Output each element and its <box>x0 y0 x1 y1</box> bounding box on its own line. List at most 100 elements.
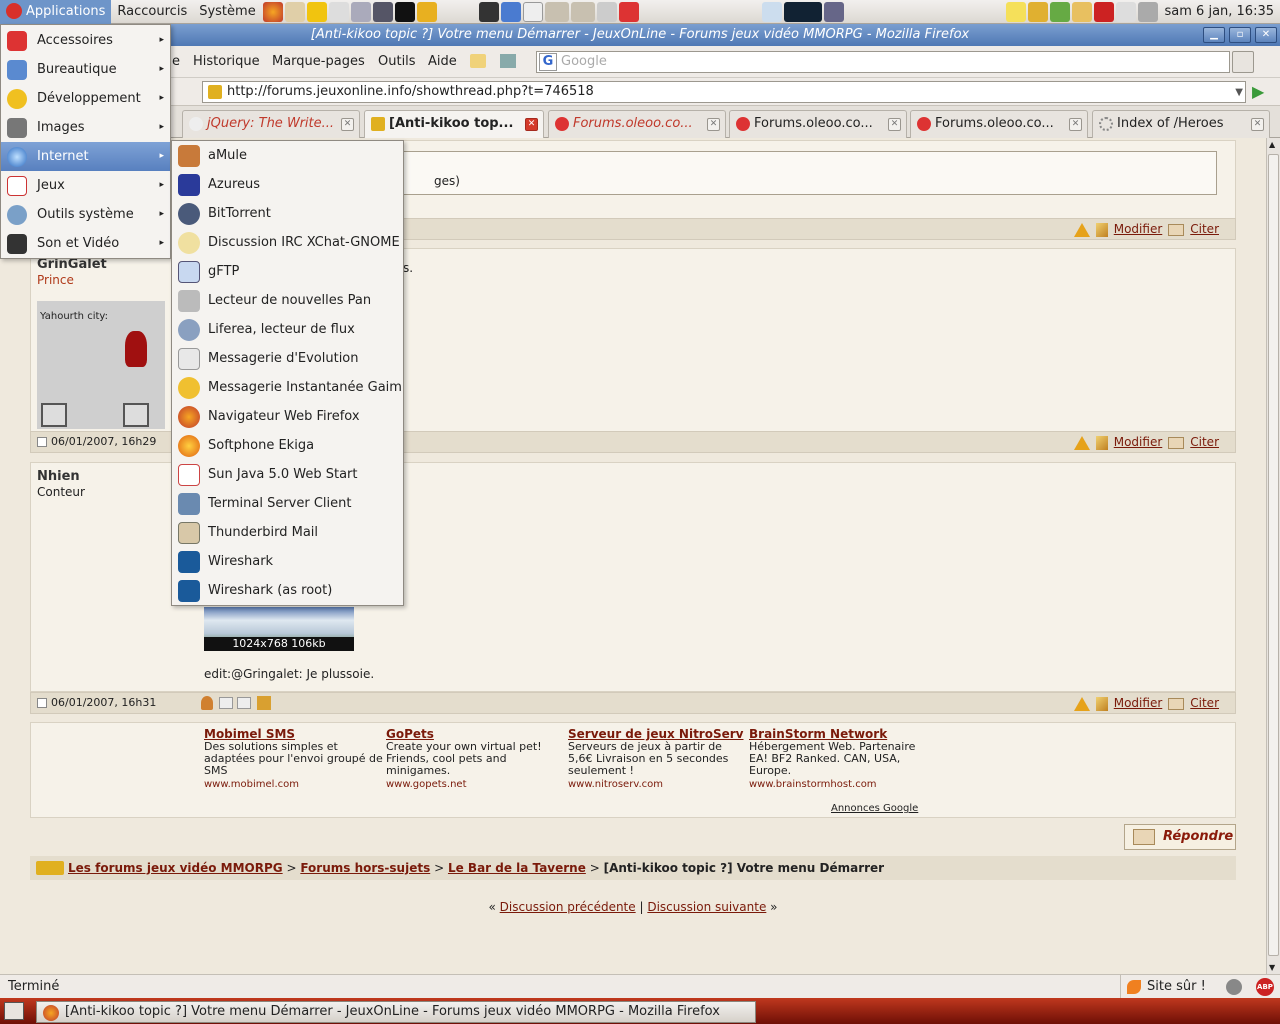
email-icon[interactable] <box>237 697 251 709</box>
scroll-up-icon[interactable]: ▲ <box>1269 140 1275 149</box>
scrollbar-thumb[interactable] <box>1268 154 1279 956</box>
tab-close-icon[interactable]: ✕ <box>1251 118 1264 131</box>
tab-close-icon[interactable]: ✕ <box>341 118 354 131</box>
workspace-2-icon[interactable] <box>570 1 595 22</box>
url-input[interactable]: http://forums.jeuxonline.info/showthread… <box>202 81 1246 103</box>
ad-url[interactable]: www.mobimel.com <box>204 779 384 791</box>
ad-gopets[interactable]: GoPets Create your own virtual pet! Frien… <box>386 728 566 791</box>
menu-jeux[interactable]: Jeux ▸ <box>1 171 170 200</box>
modify-link[interactable]: Modifier <box>1114 435 1163 449</box>
menu-son-video[interactable]: Son et Vidéo ▸ <box>1 229 170 258</box>
ads-by-google-link[interactable]: Annonces Google <box>831 803 918 814</box>
gaim-launcher-icon[interactable] <box>306 1 327 22</box>
tab-oleoo-2[interactable]: Forums.oleoo.co... ✕ <box>729 110 907 138</box>
app-tsclient[interactable]: Terminal Server Client <box>172 489 403 518</box>
window-titlebar[interactable]: [Anti-kikoo topic ?] Votre menu Démarrer… <box>0 24 1280 46</box>
maximize-button[interactable]: ▫ <box>1229 27 1251 43</box>
show-desktop-icon[interactable] <box>4 1002 24 1020</box>
search-go-icon[interactable] <box>1232 51 1254 73</box>
ad-nitroserv[interactable]: Serveur de jeux NitroServ Serveurs de jeu… <box>568 728 748 791</box>
app-java-webstart[interactable]: Sun Java 5.0 Web Start <box>172 460 403 489</box>
mail-launcher-icon[interactable] <box>284 1 305 22</box>
tab-close-icon[interactable]: ✕ <box>888 118 901 131</box>
tv-launcher-icon[interactable] <box>416 1 437 22</box>
search-input[interactable]: G Google <box>536 51 1230 73</box>
network-launcher-icon[interactable] <box>350 1 371 22</box>
app-azureus[interactable]: Azureus <box>172 170 403 199</box>
tab-close-icon[interactable]: ✕ <box>707 118 720 131</box>
ad-title[interactable]: Mobimel SMS <box>204 728 384 740</box>
app-thunderbird[interactable]: Thunderbird Mail <box>172 518 403 547</box>
places-menu[interactable]: Raccourcis <box>111 0 193 24</box>
applications-menu[interactable]: Applications <box>0 0 112 24</box>
next-thread-link[interactable]: Discussion suivante <box>647 900 766 914</box>
profile-icon[interactable] <box>201 696 213 710</box>
tab-oleoo-1[interactable]: Forums.oleoo.co... ✕ <box>548 110 726 138</box>
system-menu[interactable]: Système <box>193 0 261 24</box>
tool-launcher-icon[interactable] <box>372 1 393 22</box>
menu-developpement[interactable]: Développement ▸ <box>1 84 170 113</box>
tab-close-icon[interactable]: ✕ <box>1069 118 1082 131</box>
app-gaim[interactable]: Messagerie Instantanée Gaim <box>172 373 403 402</box>
google-engine-icon[interactable]: G <box>539 53 557 71</box>
report-warning-icon[interactable] <box>1073 435 1090 450</box>
menu-edit-tail[interactable]: e <box>172 54 180 69</box>
volume-icon[interactable] <box>1137 1 1158 22</box>
app-amule[interactable]: aMule <box>172 141 403 170</box>
ad-url[interactable]: www.brainstormhost.com <box>749 779 929 791</box>
vertical-scrollbar[interactable]: ▲ ▼ <box>1266 138 1280 974</box>
pm-icon[interactable] <box>219 697 233 709</box>
ad-url[interactable]: www.gopets.net <box>386 779 566 791</box>
app-firefox[interactable]: Navigateur Web Firefox <box>172 402 403 431</box>
ruby-icon[interactable] <box>1093 1 1114 22</box>
tab-heroes-index[interactable]: Index of /Heroes ✕ <box>1092 110 1270 138</box>
bookmark-folder-icon[interactable] <box>470 54 486 68</box>
app-ekiga[interactable]: Softphone Ekiga <box>172 431 403 460</box>
logout-icon[interactable] <box>618 1 639 22</box>
username-nhien[interactable]: Nhien <box>37 469 80 484</box>
menu-internet[interactable]: Internet ▸ <box>1 142 170 171</box>
app-wireshark[interactable]: Wireshark <box>172 547 403 576</box>
tab-jquery[interactable]: jQuery: The Write... ✕ <box>182 110 360 138</box>
ad-mobimel[interactable]: Mobimel SMS Des solutions simples et adap… <box>204 728 384 791</box>
app-liferea[interactable]: Liferea, lecteur de flux <box>172 315 403 344</box>
report-warning-icon[interactable] <box>1073 222 1090 237</box>
report-warning-icon[interactable] <box>1073 696 1090 711</box>
app-launcher-icon[interactable] <box>394 1 415 22</box>
clock[interactable]: sam 6 jan, 16:35 <box>1159 4 1280 19</box>
menu-images[interactable]: Images ▸ <box>1 113 170 142</box>
update-icon[interactable] <box>1071 1 1092 22</box>
menu-bookmarks[interactable]: Marque-pages <box>272 54 365 69</box>
menu-bureautique[interactable]: Bureautique ▸ <box>1 55 170 84</box>
app-wireshark-root[interactable]: Wireshark (as root) <box>172 576 403 605</box>
taskbar-firefox-item[interactable]: [Anti-kikoo topic ?] Votre menu Démarrer… <box>36 1001 756 1023</box>
app-xchat-gnome[interactable]: Discussion IRC XChat-GNOME <box>172 228 403 257</box>
firefox-window-icon[interactable] <box>500 1 521 22</box>
ad-title[interactable]: GoPets <box>386 728 566 740</box>
app-bittorrent[interactable]: BitTorrent <box>172 199 403 228</box>
app-pan[interactable]: Lecteur de nouvelles Pan <box>172 286 403 315</box>
jol-logo-icon[interactable] <box>36 861 64 875</box>
ad-title[interactable]: Serveur de jeux NitroServ <box>568 728 748 740</box>
site-security-status[interactable]: Site sûr ! <box>1120 975 1220 998</box>
breadcrumb-taverne[interactable]: Le Bar de la Taverne <box>448 861 586 875</box>
tab-anti-kikoo[interactable]: [Anti-kikoo top... ✕ <box>364 110 544 139</box>
tab-close-icon[interactable]: ✕ <box>525 118 538 131</box>
ad-title[interactable]: BrainStorm Network <box>749 728 929 740</box>
modify-link[interactable]: Modifier <box>1114 222 1163 236</box>
terminal-launcher-icon[interactable] <box>478 1 499 22</box>
reply-button[interactable]: Répondre <box>1124 824 1236 850</box>
firefox-launcher-icon[interactable] <box>262 1 283 22</box>
add-buddy-icon[interactable] <box>257 696 271 710</box>
menu-tools[interactable]: Outils <box>378 54 416 69</box>
scroll-down-icon[interactable]: ▼ <box>1269 963 1275 972</box>
close-window-button[interactable]: ✕ <box>1255 27 1277 43</box>
adblock-icon[interactable]: ABP <box>1256 978 1274 996</box>
go-arrow-icon[interactable]: ▶ <box>1252 83 1272 103</box>
tab-oleoo-3[interactable]: Forums.oleoo.co... ✕ <box>910 110 1088 138</box>
status-mode-icon[interactable] <box>1226 979 1242 995</box>
url-dropdown-icon[interactable]: ▼ <box>1235 83 1243 103</box>
modify-link[interactable]: Modifier <box>1114 696 1163 710</box>
quote-link[interactable]: Citer <box>1190 222 1219 236</box>
prev-thread-link[interactable]: Discussion précédente <box>500 900 636 914</box>
